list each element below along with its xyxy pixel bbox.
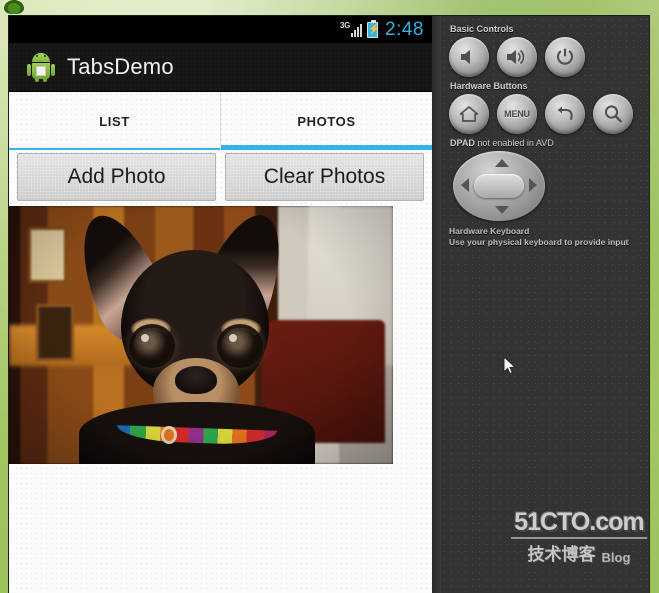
desktop-android-logo-icon [4, 0, 24, 14]
network-type-label: 3G [340, 20, 351, 30]
dpad-control[interactable] [453, 151, 545, 221]
speaker-waves-icon [505, 48, 529, 66]
watermark-blog: Blog [601, 550, 631, 565]
watermark: 51CTO.com 技术博客 Blog [511, 510, 647, 565]
home-button[interactable] [449, 94, 489, 134]
phone-screen: 3G 2:48 TabsDemo LIST [9, 16, 432, 593]
battery-charging-icon [367, 19, 379, 38]
volume-down-button[interactable] [449, 37, 489, 77]
power-button[interactable] [545, 37, 585, 77]
status-bar: 3G 2:48 [9, 16, 432, 43]
mouse-cursor [503, 356, 517, 375]
home-icon [458, 104, 480, 124]
tab-photos-label: PHOTOS [297, 113, 356, 129]
dpad-up-icon[interactable] [495, 159, 509, 167]
status-bar-clock: 2:48 [385, 18, 424, 40]
emulator-control-panel: Basic Controls Hardware Buttons MENU DPA… [441, 16, 649, 593]
dpad-right-icon[interactable] [529, 178, 537, 192]
tab-list-underline [9, 148, 220, 150]
tab-list[interactable]: LIST [9, 92, 220, 150]
tab-bar: LIST PHOTOS [9, 92, 432, 150]
watermark-site: 51CTO.com [514, 508, 644, 536]
dpad-center-button[interactable] [474, 174, 524, 198]
watermark-rule [511, 537, 647, 539]
basic-controls-row [449, 37, 641, 77]
tab-photos-underline [221, 145, 432, 150]
dpad-down-icon[interactable] [495, 206, 509, 214]
screen-bezel [432, 16, 441, 593]
back-button[interactable] [545, 94, 585, 134]
photo-action-buttons: Add Photo Clear Photos [9, 150, 432, 201]
tab-photos[interactable]: PHOTOS [220, 92, 432, 150]
volume-up-button[interactable] [497, 37, 537, 77]
watermark-chinese: 技术博客 [527, 545, 596, 565]
power-icon [555, 47, 575, 67]
speaker-icon [458, 48, 480, 66]
android-robot-icon [27, 52, 55, 82]
watermark-bottom-row: 技术博客 Blog [511, 540, 647, 565]
hardware-keyboard-label: Hardware Keyboard [449, 226, 530, 236]
tab-list-label: LIST [99, 113, 130, 129]
back-arrow-icon [553, 104, 577, 124]
hardware-buttons-label: Hardware Buttons [450, 81, 528, 91]
action-bar: TabsDemo [9, 43, 432, 92]
search-button[interactable] [593, 94, 633, 134]
dpad-label-rest: not enabled in AVD [474, 138, 554, 148]
signal-bars-icon: 3G [340, 20, 363, 38]
dpad-label: DPAD not enabled in AVD [450, 138, 641, 148]
signal-strength-bars [351, 23, 363, 37]
hardware-keyboard-note: Use your physical keyboard to provide in… [449, 237, 629, 248]
add-photo-button[interactable]: Add Photo [17, 153, 216, 201]
dpad-left-icon[interactable] [461, 178, 469, 192]
android-emulator-window: 3G 2:48 TabsDemo LIST [9, 16, 649, 593]
basic-controls-label: Basic Controls [450, 24, 514, 34]
clear-photos-button[interactable]: Clear Photos [225, 153, 424, 201]
dpad-label-strong: DPAD [450, 138, 475, 148]
status-bar-icons: 3G 2:48 [340, 19, 424, 41]
hardware-buttons-row: MENU [449, 94, 641, 134]
photo-list-area [9, 201, 432, 593]
search-icon [602, 103, 624, 125]
menu-button[interactable]: MENU [497, 94, 537, 134]
photo-thumbnail[interactable] [9, 206, 393, 464]
app-title: TabsDemo [67, 54, 174, 79]
menu-button-label: MENU [504, 109, 530, 119]
